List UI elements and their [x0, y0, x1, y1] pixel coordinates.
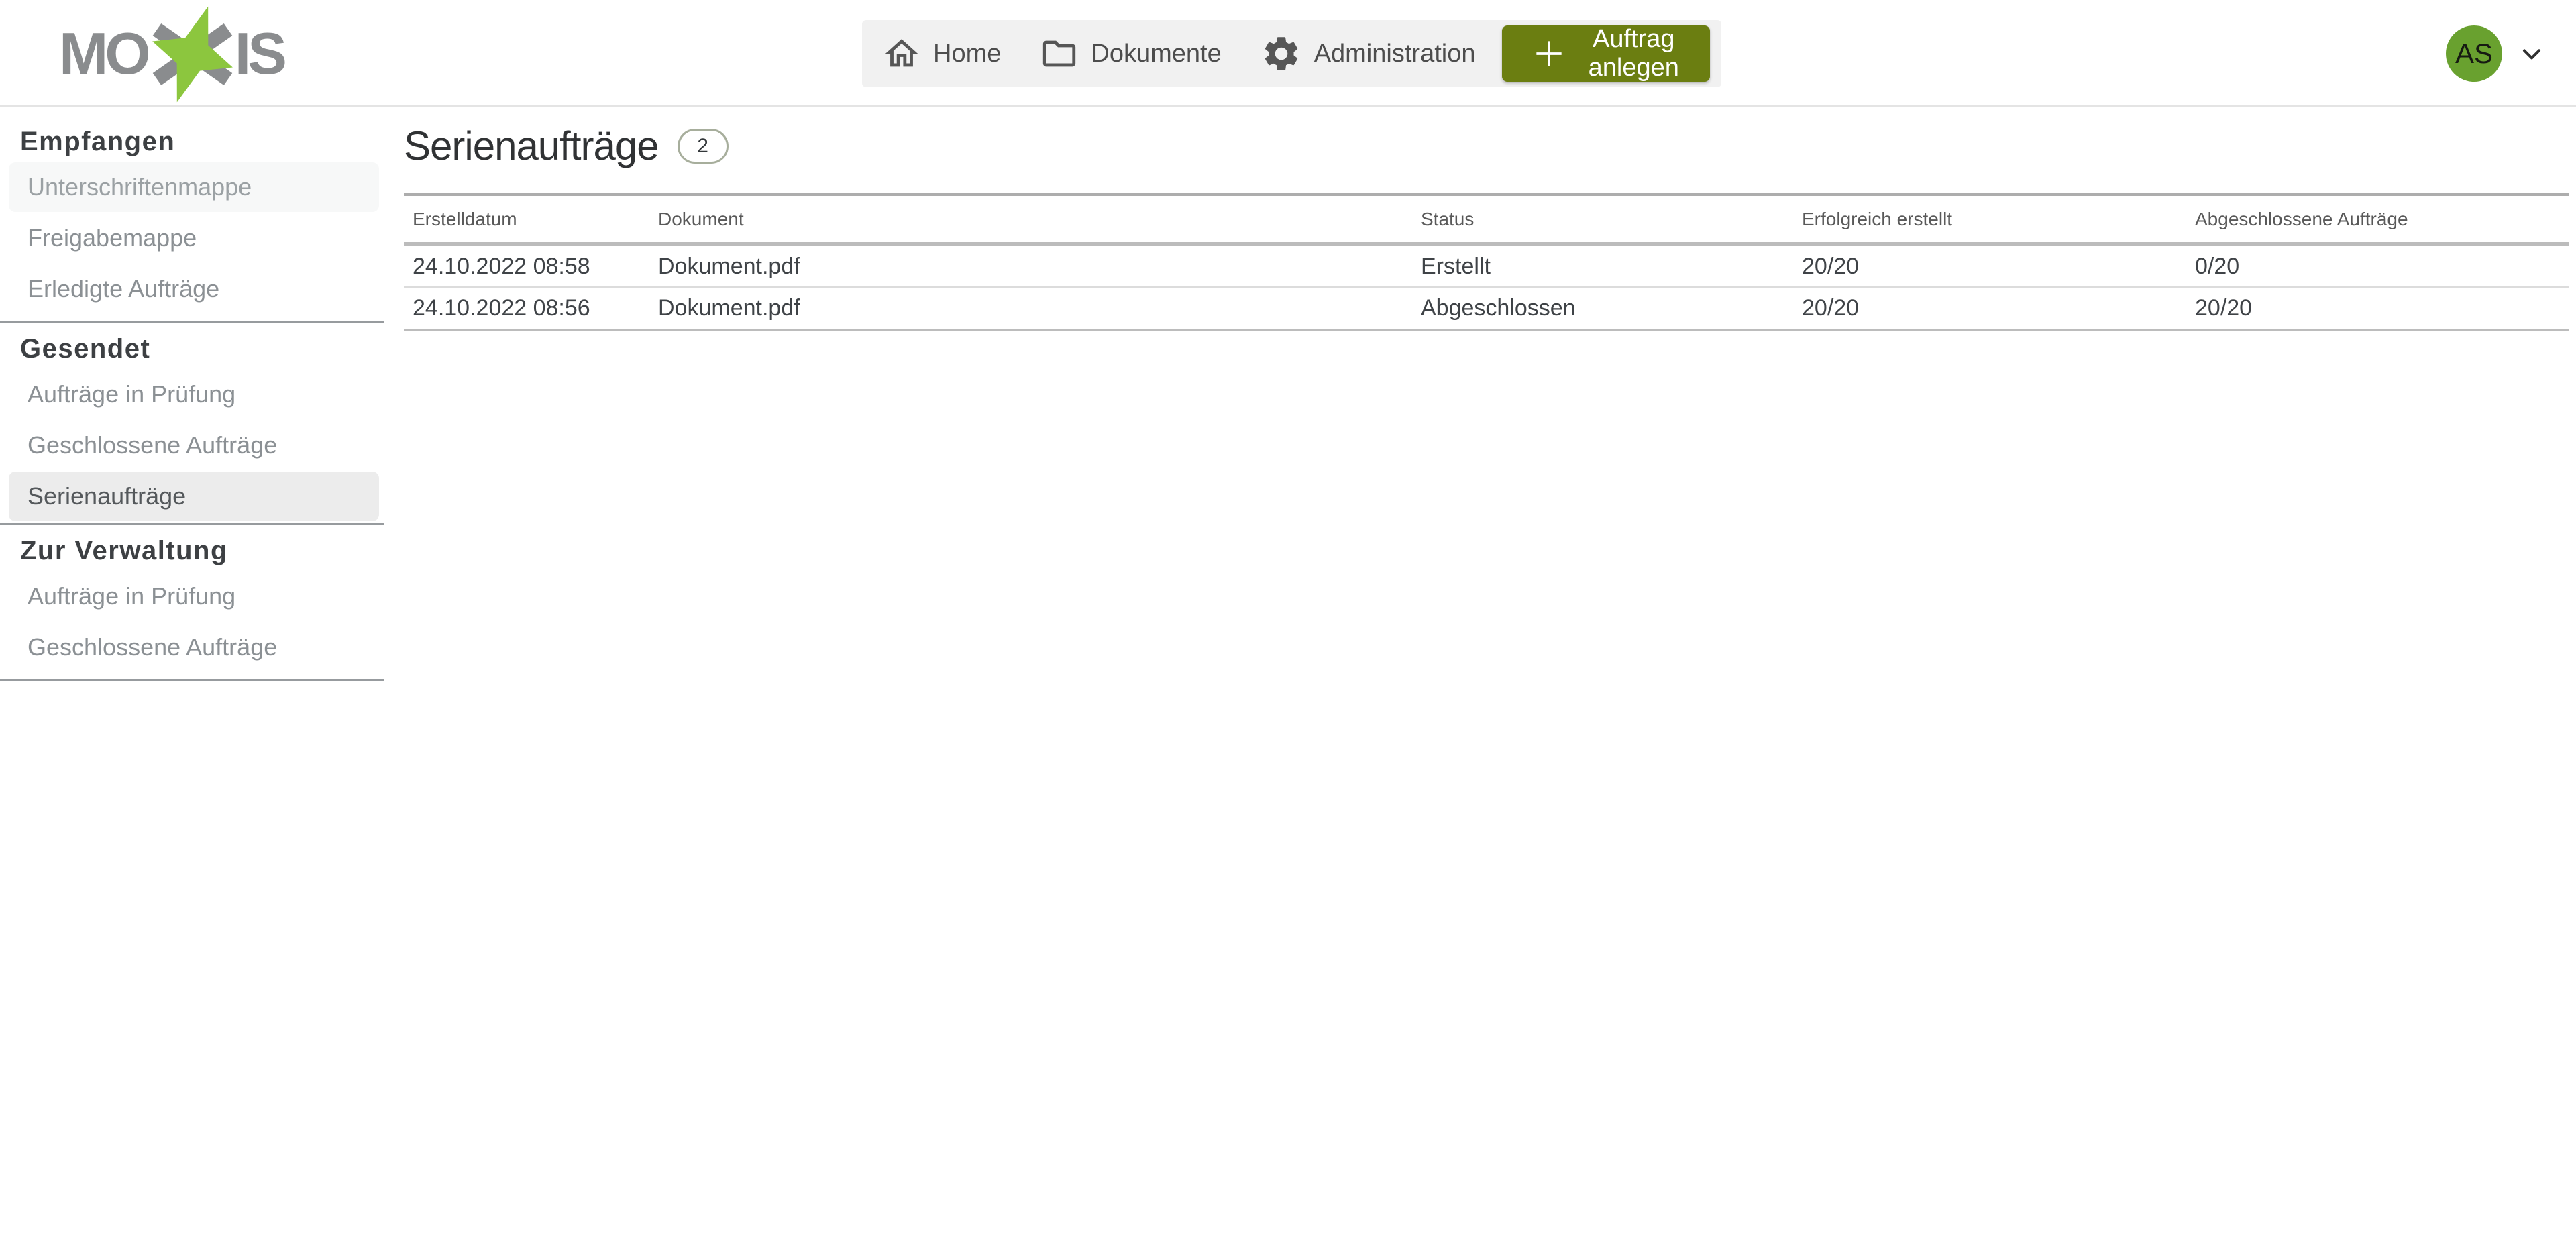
nav-label-home: Home	[933, 40, 1001, 68]
serial-orders-table: Erstelldatum Dokument Status Erfolgreich…	[404, 193, 2569, 331]
column-header-abgeschlossene-auftraege: Abgeschlossene Aufträge	[2186, 195, 2569, 244]
cell-created: 24.10.2022 08:58	[404, 244, 649, 287]
plus-icon	[1530, 35, 1568, 72]
sidebar-item-auftraege-in-pruefung-verwaltung[interactable]: Aufträge in Prüfung	[9, 571, 379, 621]
sidebar-item-freigabemappe[interactable]: Freigabemappe	[9, 213, 379, 263]
cell-document: Dokument.pdf	[649, 287, 1412, 330]
sidebar: Empfangen Unterschriftenmappe Freigabema…	[0, 107, 384, 688]
avatar[interactable]: AS	[2446, 25, 2502, 82]
page-title: Serienaufträge	[404, 123, 659, 169]
sidebar-item-auftraege-in-pruefung-gesendet[interactable]: Aufträge in Prüfung	[9, 370, 379, 419]
nav-label-administration: Administration	[1314, 40, 1476, 68]
sidebar-divider	[0, 321, 384, 323]
count-badge: 2	[678, 129, 729, 164]
main-nav: Home Dokumente Administration Auftrag an…	[862, 20, 1721, 87]
app-header: mo is Home Dokumente	[0, 0, 2576, 107]
column-header-dokument: Dokument	[649, 195, 1412, 244]
moxis-logo[interactable]: mo is	[59, 19, 284, 89]
user-menu[interactable]: AS	[2446, 25, 2546, 82]
sidebar-divider	[0, 679, 384, 681]
sidebar-section-gesendet: Gesendet	[0, 329, 384, 368]
sidebar-section-empfangen: Empfangen	[0, 122, 384, 161]
logo-text-mo: mo	[59, 24, 148, 83]
nav-item-administration[interactable]: Administration	[1260, 33, 1476, 74]
main-content: Serienaufträge 2 Erstelldatum Dokument S…	[384, 107, 2576, 331]
chevron-down-icon[interactable]	[2517, 39, 2546, 68]
sidebar-item-geschlossene-auftraege-verwaltung[interactable]: Geschlossene Aufträge	[9, 622, 379, 672]
cell-document: Dokument.pdf	[649, 244, 1412, 287]
sidebar-divider	[0, 523, 384, 525]
column-header-erfolgreich-erstellt: Erfolgreich erstellt	[1793, 195, 2186, 244]
table-row[interactable]: 24.10.2022 08:58 Dokument.pdf Erstellt 2…	[404, 244, 2569, 287]
table-row[interactable]: 24.10.2022 08:56 Dokument.pdf Abgeschlos…	[404, 287, 2569, 330]
cell-completed: 20/20	[2186, 287, 2569, 330]
cell-status: Abgeschlossen	[1412, 287, 1793, 330]
sidebar-item-erledigte-auftraege[interactable]: Erledigte Aufträge	[9, 264, 379, 314]
table-header-row: Erstelldatum Dokument Status Erfolgreich…	[404, 195, 2569, 244]
nav-item-dokumente[interactable]: Dokumente	[1040, 34, 1221, 73]
create-order-button[interactable]: Auftrag anlegen	[1502, 25, 1710, 82]
cell-status: Erstellt	[1412, 244, 1793, 287]
gear-icon	[1260, 33, 1302, 74]
cell-created-ok: 20/20	[1793, 244, 2186, 287]
folder-icon	[1040, 34, 1079, 73]
cell-created: 24.10.2022 08:56	[404, 287, 649, 330]
cell-created-ok: 20/20	[1793, 287, 2186, 330]
create-order-label: Auftrag anlegen	[1585, 25, 1682, 83]
sidebar-item-geschlossene-auftraege-gesendet[interactable]: Geschlossene Aufträge	[9, 421, 379, 470]
sidebar-item-unterschriftenmappe[interactable]: Unterschriftenmappe	[9, 162, 379, 212]
home-icon	[882, 34, 921, 73]
sidebar-section-zur-verwaltung: Zur Verwaltung	[0, 531, 384, 570]
cell-completed: 0/20	[2186, 244, 2569, 287]
sidebar-item-serienauftraege[interactable]: Serienaufträge	[9, 472, 379, 521]
nav-label-dokumente: Dokumente	[1091, 40, 1221, 68]
column-header-status: Status	[1412, 195, 1793, 244]
logo-x-icon	[152, 19, 231, 89]
column-header-erstelldatum: Erstelldatum	[404, 195, 649, 244]
nav-item-home[interactable]: Home	[882, 34, 1001, 73]
